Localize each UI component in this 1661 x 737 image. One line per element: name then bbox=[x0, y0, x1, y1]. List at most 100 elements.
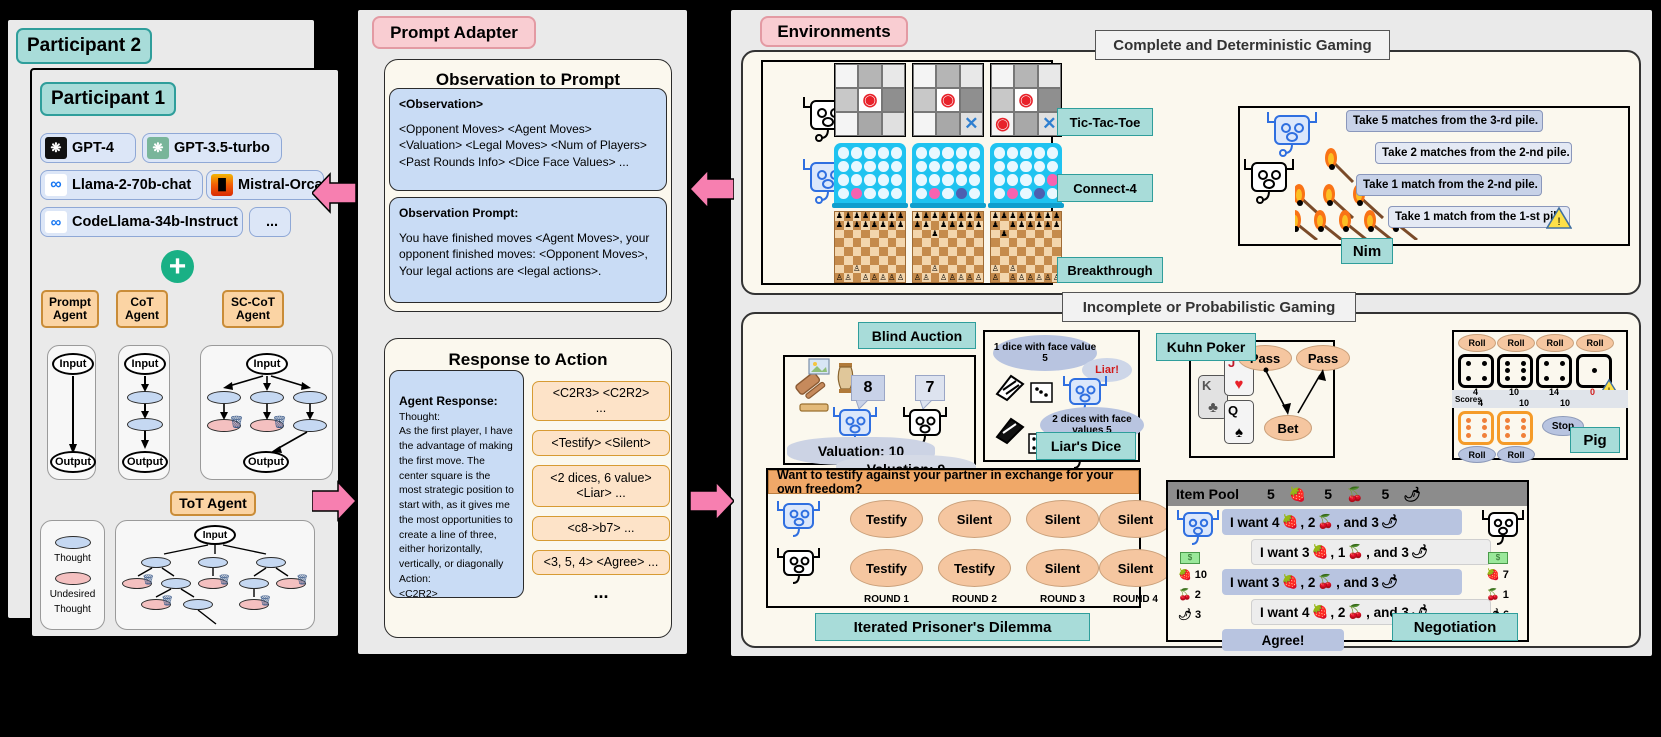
strawberry-icon: 🍓 bbox=[1178, 569, 1192, 581]
label-liars-dice: Liar's Dice bbox=[1036, 432, 1136, 460]
robot-blue-icon bbox=[1177, 510, 1219, 545]
offer-part: I want 3 bbox=[1230, 574, 1280, 590]
thought-legend-label: Thought bbox=[54, 552, 91, 564]
pig-action-roll: Roll bbox=[1497, 334, 1535, 352]
model-name: CodeLlama-34b-Instruct bbox=[72, 214, 238, 230]
pig-die-orange bbox=[1458, 411, 1494, 445]
output-node: Output bbox=[243, 451, 289, 473]
arrow-adapter-to-participant bbox=[312, 172, 356, 214]
pig-score-top: 14 bbox=[1549, 387, 1560, 397]
output-node: Output bbox=[122, 451, 168, 473]
agent-response-block: Agent Response: Thought: As the first pl… bbox=[389, 370, 524, 600]
prompt-agent-label: Prompt Agent bbox=[41, 290, 99, 328]
robot-blue-icon bbox=[777, 501, 820, 537]
pepper-icon: 🌶 bbox=[1380, 574, 1399, 589]
observation-line: <Opponent Moves> <Agent Moves> bbox=[399, 122, 592, 137]
observation-line: <Valuation> <Legal Moves> <Num of Player… bbox=[399, 138, 647, 153]
model-name: ... bbox=[265, 214, 279, 230]
undesired-legend-label: Undesired bbox=[49, 588, 96, 600]
agent-response-body: Thought: As the first player, I have the… bbox=[399, 411, 514, 600]
connect4-board bbox=[912, 143, 984, 203]
pig-action-roll-bottom: Roll bbox=[1497, 446, 1535, 463]
action-more-ellipsis: ... bbox=[593, 582, 609, 602]
negotiation-offer: I want 3 🍓 , 2 🍒 , and 3 🌶 bbox=[1222, 569, 1462, 595]
ipd-round-label: ROUND 1 bbox=[863, 594, 909, 605]
cherries-icon: 🍒 bbox=[1486, 589, 1500, 601]
legend-box: Thought Undesired Thought bbox=[40, 520, 105, 630]
model-chip-codellama[interactable]: ∞ CodeLlama-34b-Instruct bbox=[40, 207, 243, 237]
model-chip-gpt35[interactable]: ❋ GPT-3.5-turbo bbox=[142, 133, 282, 163]
openai-dark-icon: ❋ bbox=[45, 137, 67, 159]
tictactoe-board: ◉ ✕ bbox=[912, 63, 984, 137]
tot-agent-label: ToT Agent bbox=[170, 491, 256, 516]
plus-icon: + bbox=[161, 250, 194, 283]
model-chip-gpt4[interactable]: ❋ GPT-4 bbox=[40, 133, 136, 163]
label-tic-tac-toe: Tic-Tac-Toe bbox=[1057, 108, 1153, 136]
model-chip-llama2[interactable]: ∞ Llama-2-70b-chat bbox=[40, 170, 203, 200]
ipd-choice: Testify bbox=[850, 549, 923, 587]
negotiation-agree-button[interactable]: Agree! bbox=[1222, 629, 1344, 651]
nim-message: Take 1 match from the 2-nd pile. bbox=[1356, 174, 1542, 196]
cherries-icon: 🍒 bbox=[1347, 604, 1365, 619]
value: 1 bbox=[1502, 589, 1509, 601]
liars-dice-claim-a: 1 dice with face value 5 bbox=[993, 335, 1097, 371]
undesired-legend-label2: Thought bbox=[54, 603, 91, 615]
offer-part: I want 4 bbox=[1230, 514, 1280, 530]
action-box-negotiation: <3, 5, 4> <Agree> ... bbox=[532, 550, 670, 575]
arrow-env-to-adapter bbox=[690, 168, 734, 210]
label-connect-4: Connect-4 bbox=[1057, 174, 1153, 202]
label-blind-auction: Blind Auction bbox=[858, 322, 976, 349]
breakthrough-board: ♟ ♟ ♟ ♟ ♟ ♟ ♟ ♟ ♟ ♟ ♟ ♟ ♟ ♟ ♟ ♟ ♙ ♙ ♙ ♙ ♙ ♙ ♙ ♙ bbox=[912, 211, 984, 283]
strawberry-icon: 🍓 bbox=[1311, 544, 1329, 559]
observation-block: <Observation> <Opponent Moves> <Agent Mo… bbox=[389, 88, 667, 191]
label-breakthrough: Breakthrough bbox=[1057, 257, 1163, 283]
label-kuhn-poker: Kuhn Poker bbox=[1156, 333, 1256, 361]
label-nim: Nim bbox=[1341, 238, 1393, 264]
prompt-adapter-title: Prompt Adapter bbox=[372, 16, 536, 49]
agent-response-header: Agent Response: bbox=[399, 393, 498, 408]
pig-action-roll-bottom: Roll bbox=[1458, 446, 1496, 463]
pig-die bbox=[1458, 354, 1494, 388]
bid-a-box: 8 bbox=[851, 375, 885, 401]
observation-prompt-block: Observation Prompt: You have finished mo… bbox=[389, 197, 667, 303]
item-pool-label: Item Pool bbox=[1176, 486, 1240, 502]
pig-score-bottom: 4 bbox=[1478, 398, 1484, 408]
connect4-board bbox=[834, 143, 906, 203]
cherries-icon: 🍒 bbox=[1347, 544, 1365, 559]
action-box-liarsdice: <2 dices, 6 value> <Liar> ... bbox=[532, 465, 670, 507]
robot-black-icon bbox=[777, 548, 820, 584]
observation-line: <Past Rounds Info> <Dice Face Values> ..… bbox=[399, 154, 629, 169]
tot-agent-diagram: Input 🗑 🗑 🗑 🗑 🗑 bbox=[115, 520, 315, 630]
label-ipd: Iterated Prisoner's Dilemma bbox=[815, 613, 1090, 641]
nim-message: Take 5 matches from the 3-rd pile. bbox=[1346, 110, 1543, 132]
output-node: Output bbox=[50, 451, 96, 473]
pig-score-bottom: 10 bbox=[1519, 398, 1530, 408]
ipd-round-label: ROUND 3 bbox=[1039, 594, 1085, 605]
negotiation-offer: I want 3 🍓 , 1 🍒 , and 3 🌶 bbox=[1251, 539, 1491, 565]
model-name: GPT-4 bbox=[72, 140, 114, 156]
svg-text:!: ! bbox=[1557, 216, 1560, 228]
dice-small-icon bbox=[1030, 382, 1053, 403]
incomplete-gaming-title: Incomplete or Probabilistic Gaming bbox=[1062, 292, 1356, 322]
observation-header: <Observation> bbox=[399, 97, 484, 111]
cot-agent-diagram: Input Output bbox=[118, 345, 170, 480]
action-box-breakthrough: <c8->b7> ... bbox=[532, 516, 670, 541]
undesired-legend-swatch bbox=[54, 571, 91, 585]
tictactoe-board: ◉ bbox=[834, 63, 906, 137]
bid-b-box: 7 bbox=[915, 375, 945, 401]
ipd-choice: Silent bbox=[1099, 500, 1172, 538]
nim-message: Take 1 match from the 1-st pile. bbox=[1388, 206, 1570, 228]
model-chip-more[interactable]: ... bbox=[249, 207, 291, 237]
offer-part: I want 3 bbox=[1260, 544, 1310, 560]
agent-line2: Agent bbox=[53, 308, 87, 322]
pepper-icon: 🌶 bbox=[1178, 609, 1192, 621]
model-name: Mistral-Orca bbox=[238, 177, 323, 193]
money-icon: $ bbox=[1488, 552, 1508, 564]
negotiation-offer: I want 4 🍓 , 2 🍒 , and 3 🌶 bbox=[1222, 509, 1462, 535]
sccot-agent-diagram: Input 🗑 🗑 Output bbox=[200, 345, 333, 480]
thought-legend-swatch bbox=[54, 535, 91, 549]
cherries-icon: 🍒 bbox=[1178, 589, 1192, 601]
sccot-agent-label: SC-CoT Agent bbox=[222, 290, 284, 328]
model-chip-mistral[interactable]: █ Mistral-Orca bbox=[206, 170, 324, 200]
cherries-icon: 🍒 bbox=[1317, 514, 1335, 529]
